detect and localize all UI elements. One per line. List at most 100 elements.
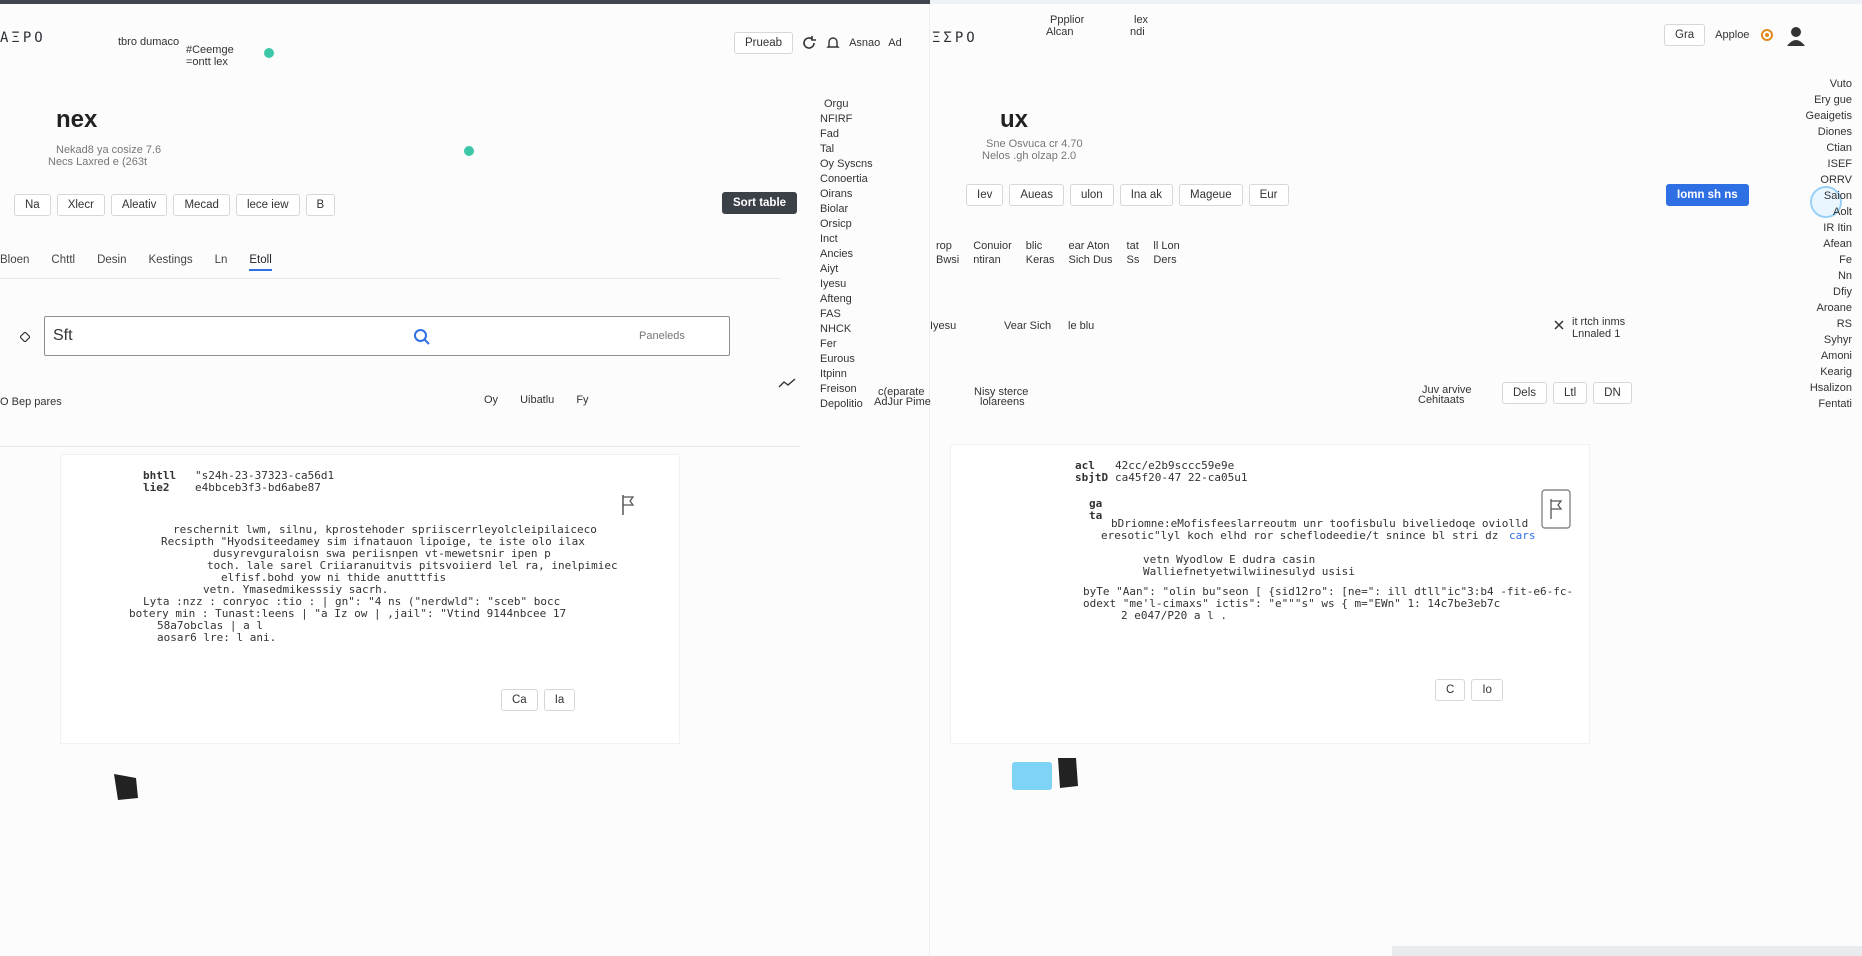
aside-item-16[interactable]: RS — [1837, 318, 1852, 330]
right-nav-right-1[interactable]: lex — [1134, 14, 1148, 26]
right-search-row[interactable]: Iyesu Vear Sich le blu it rtch inms Lnna… — [930, 314, 1650, 344]
sidebar-item-6[interactable]: Conoertia — [820, 173, 873, 185]
column-11[interactable]: ll Lon — [1153, 240, 1179, 252]
sidebar-item-17[interactable]: Fer — [820, 338, 873, 350]
sidebar-item-10[interactable]: Inct — [820, 233, 873, 245]
column-1[interactable]: rop — [936, 240, 959, 252]
sidebar-item-9[interactable]: Orsicp — [820, 218, 873, 230]
record-link[interactable]: cars — [1509, 529, 1536, 542]
aside-item-19[interactable]: Kearig — [1820, 366, 1852, 378]
sidebar-item-14[interactable]: Afteng — [820, 293, 873, 305]
sidebar-item-2[interactable]: NFIRF — [820, 113, 873, 125]
column-5[interactable]: blic — [1026, 240, 1055, 252]
right-search-mid2[interactable]: le blu — [1068, 320, 1094, 332]
aside-item-3[interactable]: Geaigetis — [1806, 110, 1852, 122]
aside-item-1[interactable]: Vuto — [1830, 78, 1852, 90]
sidebar-item-18[interactable]: Eurous — [820, 353, 873, 365]
flag-icon[interactable] — [621, 495, 635, 515]
column-8[interactable]: Sich Dus — [1069, 254, 1113, 266]
small-btn-1[interactable]: Dels — [1502, 382, 1548, 404]
sidebar-item-13[interactable]: Iyesu — [820, 278, 873, 290]
left-header-btn-1[interactable]: Prueab — [734, 32, 794, 54]
aside-item-21[interactable]: Fentati — [1818, 398, 1852, 410]
filter-btn-4[interactable]: Mecad — [173, 194, 230, 216]
left-header-btn-2[interactable]: Asnao — [849, 37, 880, 49]
right-search-mid[interactable]: Vear Sich — [1004, 320, 1051, 332]
aside-item-15[interactable]: Aroane — [1817, 302, 1852, 314]
sidebar-item-16[interactable]: NHCK — [820, 323, 873, 335]
chip-4[interactable]: lolareens — [980, 396, 1025, 408]
tab-6[interactable]: Etoll — [249, 254, 272, 271]
aside-item-7[interactable]: ORRV — [1820, 174, 1852, 186]
aside-item-2[interactable]: Ery gue — [1814, 94, 1852, 106]
left-brand-logo[interactable]: ΑΞΡΟ — [0, 30, 46, 46]
bell-icon[interactable] — [825, 35, 841, 51]
column-10[interactable]: Ss — [1127, 254, 1140, 266]
column-3[interactable]: Conuior — [973, 240, 1012, 252]
column-6[interactable]: Keras — [1026, 254, 1055, 266]
aside-item-5[interactable]: Ctian — [1826, 142, 1852, 154]
aside-item-9[interactable]: Aolt — [1833, 206, 1852, 218]
column-12[interactable]: Ders — [1153, 254, 1179, 266]
search-icon[interactable] — [413, 328, 431, 346]
filter-btn-5[interactable]: lece iew — [235, 194, 300, 216]
sidebar-item-21[interactable]: Depolitio — [820, 398, 873, 410]
right-nav-left-2[interactable]: Alcan — [1046, 26, 1074, 38]
left-card-btn-2[interactable]: Ia — [543, 689, 576, 711]
right-brand-logo[interactable]: ΞΣΡΟ — [932, 30, 978, 46]
aside-item-20[interactable]: Hsalizon — [1810, 382, 1852, 394]
column-2[interactable]: Bwsi — [936, 254, 959, 266]
left-card-btn-1[interactable]: Ca — [501, 689, 538, 711]
right-header-btn-2[interactable]: Apploe — [1715, 29, 1749, 41]
small-btn-2[interactable]: Ltl — [1553, 382, 1588, 404]
left-search-input[interactable]: Sft — [53, 327, 73, 345]
aside-item-14[interactable]: Dfiy — [1833, 286, 1852, 298]
sidebar-item-15[interactable]: FAS — [820, 308, 873, 320]
small-btn-3[interactable]: DN — [1593, 382, 1632, 404]
sidebar-item-1[interactable]: Orgu — [824, 98, 873, 110]
tab-1[interactable]: Bloen — [0, 254, 29, 271]
right-nav-left-1[interactable]: Ppplior — [1050, 14, 1084, 26]
aside-item-4[interactable]: Diones — [1818, 126, 1852, 138]
aside-item-10[interactable]: IR Itin — [1823, 222, 1852, 234]
aside-item-17[interactable]: Syhyr — [1824, 334, 1852, 346]
toolbar-item-2[interactable]: Uibatlu — [520, 394, 554, 406]
user-avatar-icon[interactable] — [1785, 24, 1807, 46]
column-4[interactable]: ntiran — [973, 254, 1012, 266]
filter-btn-6[interactable]: B — [305, 194, 336, 216]
left-nav-item-b[interactable]: =ontt lex — [186, 56, 228, 68]
sidebar-item-19[interactable]: Itpinn — [820, 368, 873, 380]
sort-table-button[interactable]: Sort table — [722, 192, 798, 214]
sidebar-item-12[interactable]: Aiyt — [820, 263, 873, 275]
aside-item-13[interactable]: Nn — [1838, 270, 1852, 282]
right-card-btn-2[interactable]: Io — [1471, 679, 1503, 701]
sidebar-item-3[interactable]: Fad — [820, 128, 873, 140]
highlight-pill[interactable] — [1012, 762, 1052, 790]
tab-5[interactable]: Ln — [215, 254, 228, 271]
sidebar-item-20[interactable]: Freison — [820, 383, 873, 395]
right-filter-2[interactable]: Aueas — [1009, 184, 1064, 206]
chip-2[interactable]: AdJur Pime — [874, 396, 931, 408]
filter-btn-2[interactable]: Xlecr — [56, 194, 105, 216]
aside-item-8[interactable]: Saion — [1824, 190, 1852, 202]
filter-btn-1[interactable]: Na — [14, 194, 51, 216]
tab-4[interactable]: Kestings — [148, 254, 192, 271]
toolbar-item-1[interactable]: Oy — [484, 394, 498, 406]
close-icon[interactable] — [1554, 320, 1564, 330]
tab-3[interactable]: Desin — [97, 254, 126, 271]
sidebar-item-7[interactable]: Oirans — [820, 188, 873, 200]
right-primary-button[interactable]: Iomn sh ns — [1666, 184, 1749, 206]
toolbar-item-3[interactable]: Fy — [576, 394, 588, 406]
aside-item-11[interactable]: Afean — [1823, 238, 1852, 250]
refresh-icon[interactable] — [801, 35, 817, 51]
aside-item-18[interactable]: Amoni — [1821, 350, 1852, 362]
sidebar-item-5[interactable]: Oy Syscns — [820, 158, 873, 170]
right-filter-3[interactable]: ulon — [1069, 184, 1114, 206]
settings-icon[interactable] — [1759, 27, 1775, 43]
right-filter-6[interactable]: Eur — [1248, 184, 1289, 206]
flag-outline-icon[interactable] — [1541, 489, 1571, 529]
right-card-btn-1[interactable]: C — [1435, 679, 1466, 701]
sidebar-item-11[interactable]: Ancies — [820, 248, 873, 260]
right-header-btn-1[interactable]: Gra — [1664, 24, 1706, 46]
aside-item-6[interactable]: ISEF — [1828, 158, 1852, 170]
